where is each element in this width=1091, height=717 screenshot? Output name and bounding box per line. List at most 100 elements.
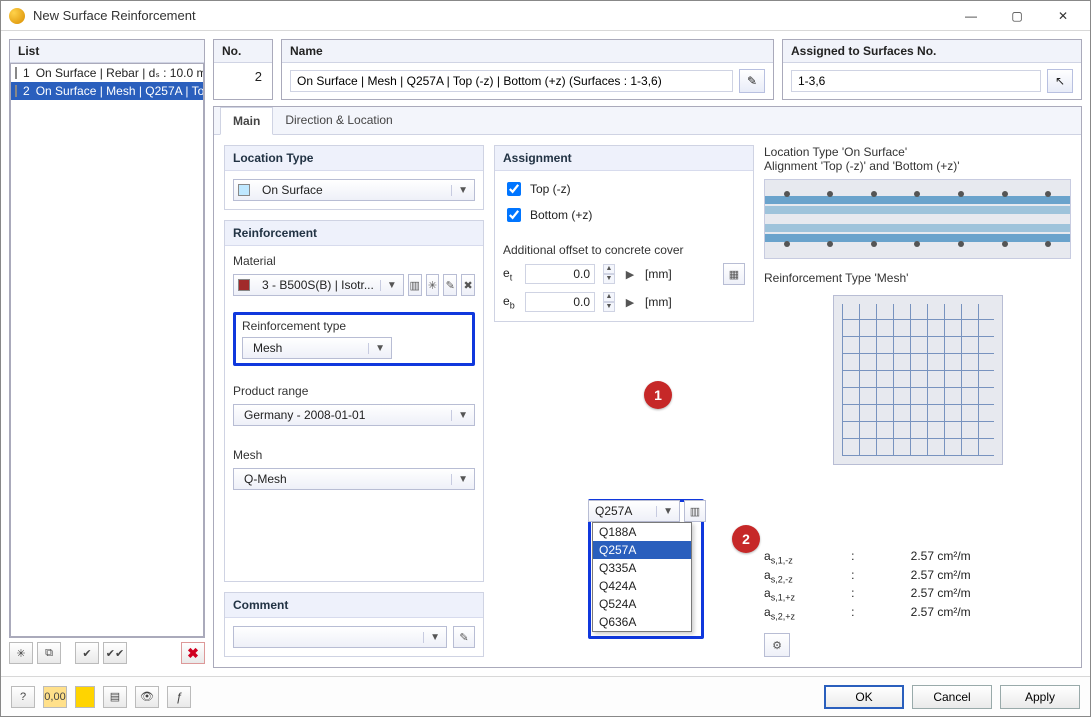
- dialog-footer: ? 0,00 ▤ 👁 ƒ OK Cancel Apply: [1, 676, 1090, 716]
- chevron-down-icon: ▼: [451, 410, 474, 421]
- assigned-input[interactable]: [791, 70, 1041, 92]
- mesh-library-button[interactable]: ▥: [684, 500, 706, 522]
- comment-header: Comment: [225, 593, 483, 618]
- layers-button[interactable]: ▤: [103, 686, 127, 708]
- mesh-option[interactable]: Q188A: [593, 523, 691, 541]
- name-panel: Name ✎: [281, 39, 774, 100]
- units-button[interactable]: 0,00: [43, 686, 67, 708]
- location-type-caption: Location Type 'On Surface': [764, 145, 1071, 159]
- tab-bar: Main Direction & Location: [214, 107, 1081, 135]
- view-button[interactable]: 👁: [135, 686, 159, 708]
- product-range-combo[interactable]: Germany - 2008-01-01 ▼: [233, 404, 475, 426]
- mesh-label: Mesh: [233, 448, 475, 462]
- window-title: New Surface Reinforcement: [33, 8, 948, 23]
- mesh-option[interactable]: Q424A: [593, 577, 691, 595]
- new-item-button[interactable]: ✳: [9, 642, 33, 664]
- tab-main[interactable]: Main: [220, 107, 273, 135]
- chevron-down-icon: ▼: [380, 280, 403, 291]
- comment-group: Comment ▼ ✎: [224, 592, 484, 657]
- mesh-option[interactable]: Q257A: [593, 541, 691, 559]
- list-header: List: [10, 40, 204, 63]
- mesh-option[interactable]: Q335A: [593, 559, 691, 577]
- mesh-option[interactable]: Q636A: [593, 613, 691, 631]
- material-edit-button[interactable]: ✎: [443, 274, 457, 296]
- material-delete-button[interactable]: ✖: [461, 274, 475, 296]
- mesh-type-combo[interactable]: Q-Mesh ▼: [233, 468, 475, 490]
- no-panel: No. 2: [213, 39, 273, 100]
- mesh-code-dropdown[interactable]: Q188A Q257A Q335A Q424A Q524A Q636A: [592, 522, 692, 632]
- cancel-button[interactable]: Cancel: [912, 685, 992, 709]
- dialog-window: New Surface Reinforcement — ▢ ✕ List 1 O…: [0, 0, 1091, 717]
- annotation-badge-1: 1: [644, 381, 672, 409]
- et-step-down[interactable]: ▼: [603, 274, 615, 284]
- details-button[interactable]: ⚙: [764, 633, 790, 657]
- color-swatch: [238, 184, 250, 196]
- et-input[interactable]: 0.0: [525, 264, 595, 284]
- comment-combo[interactable]: ▼: [233, 626, 447, 648]
- name-input[interactable]: [290, 70, 733, 92]
- no-header: No.: [214, 40, 272, 63]
- minimize-button[interactable]: —: [948, 2, 994, 30]
- maximize-button[interactable]: ▢: [994, 2, 1040, 30]
- chevron-down-icon: ▼: [423, 632, 446, 643]
- check-all-button[interactable]: ✔✔: [103, 642, 127, 664]
- name-header: Name: [282, 40, 773, 63]
- ok-button[interactable]: OK: [824, 685, 904, 709]
- reinforcement-type-highlight: Reinforcement type Mesh ▼: [233, 312, 475, 366]
- assignment-group: Assignment Top (-z) Bottom (+z): [494, 145, 754, 322]
- alignment-caption: Alignment 'Top (-z)' and 'Bottom (+z)': [764, 159, 1071, 173]
- assigned-panel: Assigned to Surfaces No. ↖: [782, 39, 1082, 100]
- color-swatch: [15, 67, 17, 79]
- annotation-badge-2: 2: [732, 525, 760, 553]
- material-label: Material: [233, 254, 475, 268]
- chevron-down-icon: ▼: [451, 185, 474, 196]
- reinforcement-type-label: Reinforcement type: [242, 319, 466, 333]
- tab-direction-location[interactable]: Direction & Location: [273, 107, 404, 134]
- list-box[interactable]: 1 On Surface | Rebar | dₛ : 10.0 mm 2 On…: [10, 63, 204, 637]
- reinforcement-header: Reinforcement: [225, 221, 483, 246]
- delete-item-button[interactable]: ✖: [181, 642, 205, 664]
- color-swatch: [238, 279, 250, 291]
- material-new-button[interactable]: ✳: [426, 274, 440, 296]
- section-diagram: [764, 179, 1071, 259]
- chevron-down-icon: ▼: [656, 506, 679, 517]
- offset-details-button[interactable]: ▦: [723, 263, 745, 285]
- copy-item-button[interactable]: ⧉: [37, 642, 61, 664]
- script-button[interactable]: ƒ: [167, 686, 191, 708]
- as-values: as,1,-z:2.57 cm²/m as,2,-z:2.57 cm²/m as…: [764, 549, 1071, 621]
- reinforcement-type-combo[interactable]: Mesh ▼: [242, 337, 392, 359]
- list-item[interactable]: 1 On Surface | Rebar | dₛ : 10.0 mm: [11, 64, 203, 82]
- top-checkbox[interactable]: Top (-z): [503, 179, 745, 199]
- list-item[interactable]: 2 On Surface | Mesh | Q257A | Top: [11, 82, 203, 100]
- mesh-option[interactable]: Q524A: [593, 595, 691, 613]
- check-button[interactable]: ✔: [75, 642, 99, 664]
- chevron-down-icon: ▼: [451, 474, 474, 485]
- material-combo[interactable]: 3 - B500S(B) | Isotr... ▼: [233, 274, 404, 296]
- edit-name-button[interactable]: ✎: [739, 69, 765, 93]
- eb-step-down[interactable]: ▼: [603, 302, 615, 312]
- apply-button[interactable]: Apply: [1000, 685, 1080, 709]
- eb-input[interactable]: 0.0: [525, 292, 595, 312]
- comment-edit-button[interactable]: ✎: [453, 626, 475, 648]
- list-toolbar: ✳ ⧉ ✔ ✔✔ ✖: [9, 638, 205, 668]
- assigned-header: Assigned to Surfaces No.: [783, 40, 1081, 63]
- mesh-type-caption: Reinforcement Type 'Mesh': [764, 271, 1071, 285]
- et-step-up[interactable]: ▲: [603, 264, 615, 274]
- color-button[interactable]: [75, 686, 95, 708]
- mesh-diagram: [833, 295, 1003, 465]
- arrow-icon: ▶: [623, 263, 637, 285]
- assignment-header: Assignment: [495, 146, 753, 171]
- location-type-header: Location Type: [225, 146, 483, 171]
- help-button[interactable]: ?: [11, 686, 35, 708]
- location-type-group: Location Type On Surface ▼: [224, 145, 484, 210]
- offset-label: Additional offset to concrete cover: [503, 243, 745, 257]
- color-swatch: [15, 85, 17, 97]
- material-library-button[interactable]: ▥: [408, 274, 422, 296]
- arrow-icon: ▶: [623, 291, 637, 313]
- close-button[interactable]: ✕: [1040, 2, 1086, 30]
- mesh-code-combo[interactable]: Q257A ▼: [588, 500, 680, 522]
- pick-surfaces-button[interactable]: ↖: [1047, 69, 1073, 93]
- eb-step-up[interactable]: ▲: [603, 292, 615, 302]
- bottom-checkbox[interactable]: Bottom (+z): [503, 205, 745, 225]
- location-type-combo[interactable]: On Surface ▼: [233, 179, 475, 201]
